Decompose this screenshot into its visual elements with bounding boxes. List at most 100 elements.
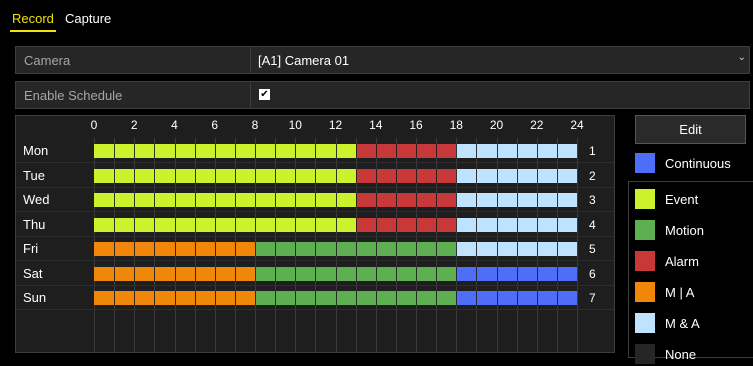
- hour-divider: [517, 168, 518, 183]
- hour-divider: [235, 291, 236, 305]
- hour-divider: [134, 291, 135, 305]
- row-divider: [16, 309, 614, 310]
- schedule-row[interactable]: Sat 6: [16, 263, 614, 287]
- day-number: 2: [589, 168, 596, 183]
- hour-divider: [255, 242, 256, 256]
- hour-divider: [416, 217, 417, 232]
- hour-divider: [336, 193, 337, 207]
- hour-divider: [114, 144, 115, 158]
- schedule-row[interactable]: Mon 1: [16, 140, 614, 164]
- hour-divider: [175, 168, 176, 183]
- schedule-segment-alarm[interactable]: [355, 217, 457, 232]
- chevron-down-icon[interactable]: ⌄: [738, 52, 746, 63]
- color-swatch: [635, 153, 655, 173]
- hour-divider: [295, 242, 296, 256]
- hour-divider: [537, 168, 538, 183]
- camera-select[interactable]: [A1] Camera 01: [258, 53, 349, 68]
- hour-divider: [376, 168, 377, 183]
- hour-divider: [557, 291, 558, 305]
- row-divider: [16, 260, 614, 261]
- hour-label: 24: [570, 118, 584, 132]
- hour-divider: [416, 291, 417, 305]
- camera-row: Camera [A1] Camera 01 ⌄: [15, 46, 750, 74]
- schedule-row[interactable]: Wed 3: [16, 189, 614, 213]
- hour-divider: [114, 168, 115, 183]
- hour-divider: [416, 242, 417, 256]
- legend-label: M | A: [665, 285, 695, 300]
- hour-label: 8: [251, 118, 259, 132]
- schedule-row[interactable]: Sun 7: [16, 287, 614, 311]
- hour-divider: [436, 217, 437, 232]
- day-number: 4: [589, 217, 596, 232]
- hour-divider: [255, 291, 256, 305]
- edit-button[interactable]: Edit: [635, 115, 746, 144]
- hour-divider: [557, 168, 558, 183]
- tab-bar: Record Capture: [0, 0, 753, 35]
- color-swatch: [635, 282, 655, 302]
- hour-divider: [175, 217, 176, 232]
- hour-divider: [315, 291, 316, 305]
- hour-divider: [537, 242, 538, 256]
- hour-divider: [356, 217, 357, 232]
- hour-divider: [557, 144, 558, 158]
- hour-divider: [336, 168, 337, 183]
- hour-divider: [195, 144, 196, 158]
- hour-divider: [255, 266, 256, 281]
- hour-divider: [436, 193, 437, 207]
- hour-divider: [376, 144, 377, 158]
- hour-divider: [356, 266, 357, 281]
- hour-divider: [537, 266, 538, 281]
- hour-divider: [315, 266, 316, 281]
- hour-divider: [134, 266, 135, 281]
- schedule-row[interactable]: Thu 4: [16, 214, 614, 238]
- hour-divider: [456, 242, 457, 256]
- schedule-row[interactable]: Tue 2: [16, 165, 614, 189]
- legend-label: Alarm: [665, 254, 699, 269]
- hour-divider: [396, 217, 397, 232]
- hour-divider: [295, 266, 296, 281]
- legend-label: Motion: [665, 223, 705, 238]
- hour-label: 0: [90, 118, 98, 132]
- hour-divider: [175, 193, 176, 207]
- hour-divider: [456, 168, 457, 183]
- hour-divider: [517, 291, 518, 305]
- hour-divider: [436, 291, 437, 305]
- hour-divider: [557, 242, 558, 256]
- hour-divider: [497, 291, 498, 305]
- hour-divider: [295, 193, 296, 207]
- schedule-segment-alarm[interactable]: [355, 144, 457, 158]
- hour-divider: [497, 144, 498, 158]
- hour-divider: [517, 266, 518, 281]
- hour-divider: [396, 144, 397, 158]
- row-divider: [250, 82, 251, 108]
- tab-record[interactable]: Record: [10, 11, 56, 32]
- hour-divider: [476, 144, 477, 158]
- schedule-segment-alarm[interactable]: [355, 193, 457, 207]
- hour-divider: [456, 266, 457, 281]
- hour-divider: [436, 242, 437, 256]
- hour-divider: [456, 217, 457, 232]
- enable-schedule-checkbox[interactable]: ✔: [259, 89, 270, 100]
- legend-label: None: [665, 347, 697, 362]
- hour-divider: [114, 217, 115, 232]
- hour-divider: [235, 168, 236, 183]
- day-number: 5: [589, 242, 596, 256]
- hour-divider: [416, 193, 417, 207]
- hour-divider: [456, 144, 457, 158]
- hour-divider: [315, 242, 316, 256]
- schedule-grid[interactable]: 0 2 4 6 8 10 12 14 16 18 20 22 24 Mon 1 Tue 2 Wed 3 Thu 4 Fri…: [15, 115, 615, 353]
- hour-divider: [557, 217, 558, 232]
- hour-divider: [517, 144, 518, 158]
- tab-capture[interactable]: Capture: [65, 11, 111, 27]
- schedule-row[interactable]: Fri 5: [16, 238, 614, 262]
- hour-divider: [436, 144, 437, 158]
- hour-divider: [215, 193, 216, 207]
- hour-divider: [275, 217, 276, 232]
- hour-divider: [396, 266, 397, 281]
- hour-divider: [275, 266, 276, 281]
- hour-divider: [537, 144, 538, 158]
- hour-label: 10: [288, 118, 302, 132]
- hour-divider: [356, 168, 357, 183]
- hour-divider: [255, 168, 256, 183]
- schedule-segment-alarm[interactable]: [355, 168, 457, 183]
